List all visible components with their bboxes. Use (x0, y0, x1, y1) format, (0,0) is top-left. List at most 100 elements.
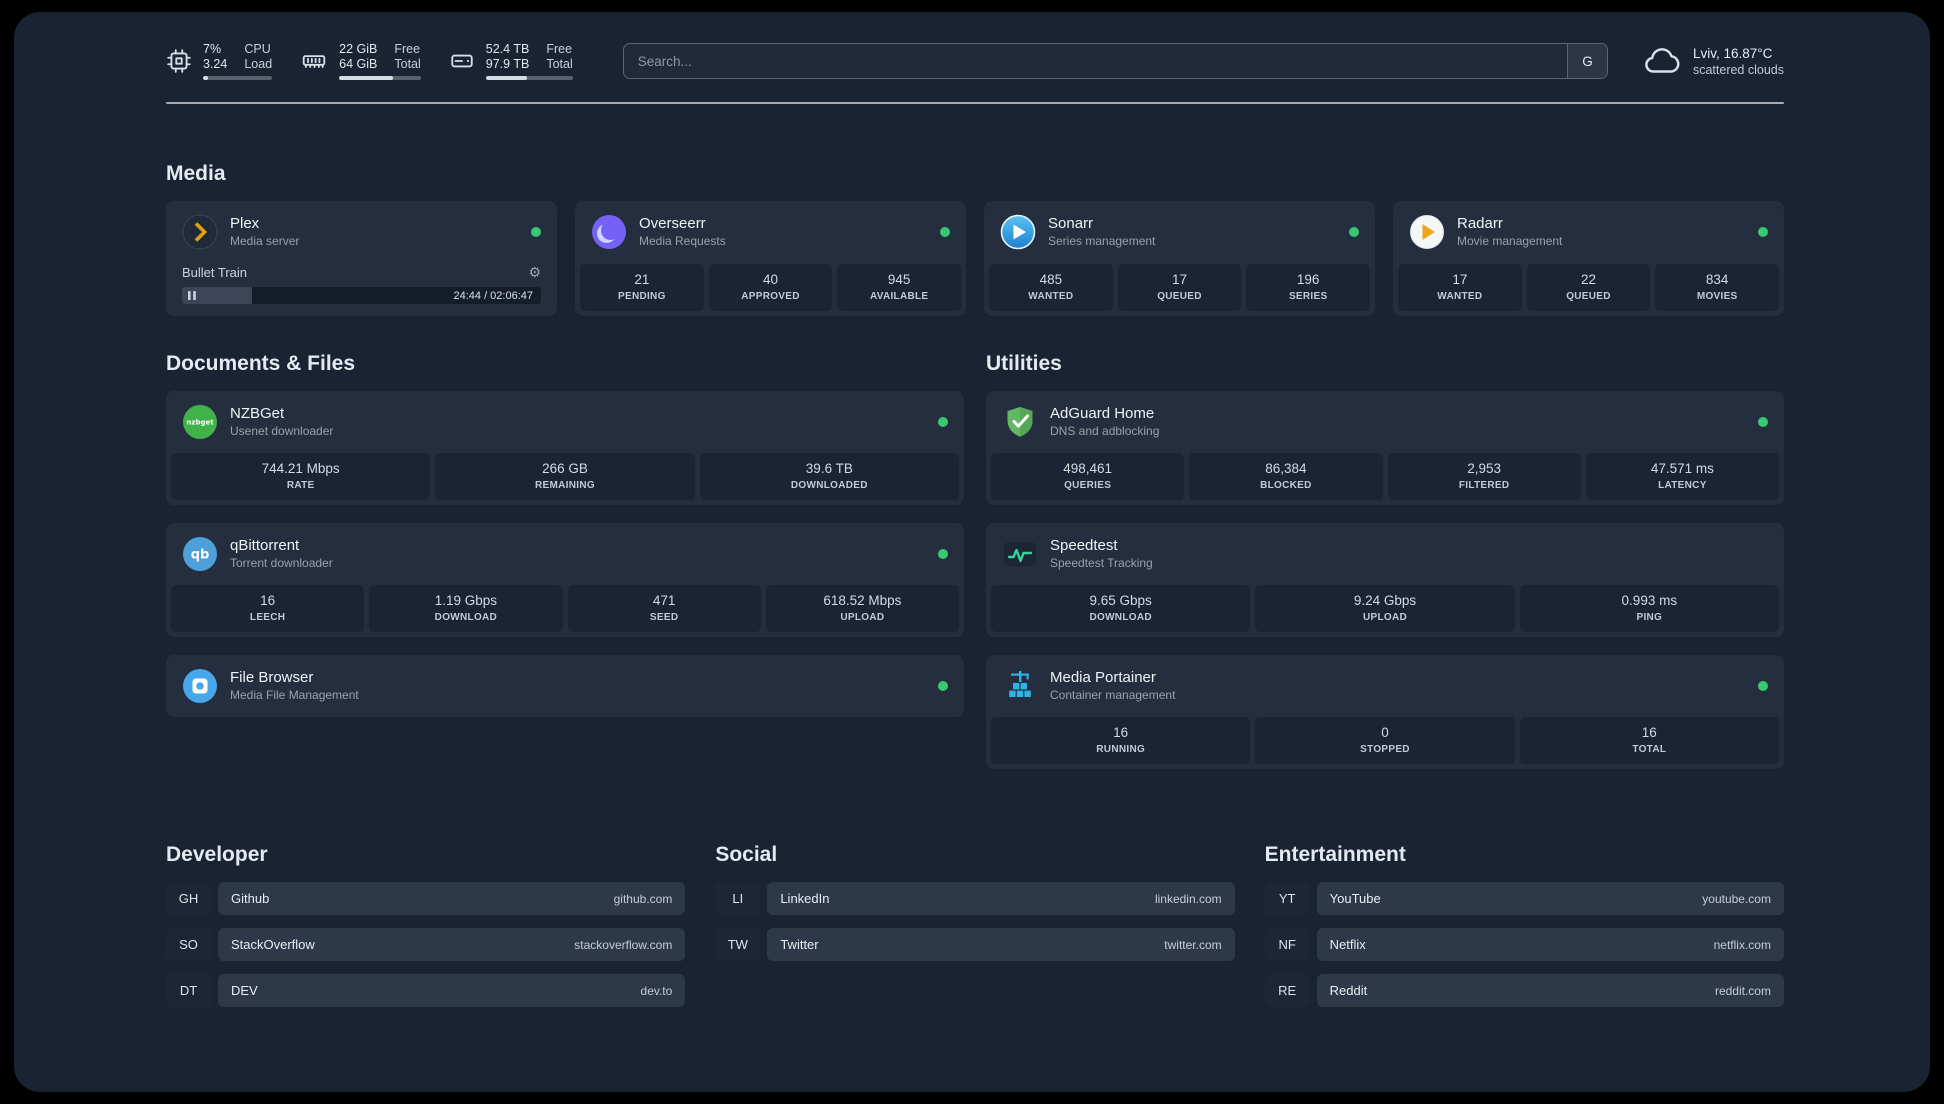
bookmark-link-youtube[interactable]: YouTube youtube.com (1316, 882, 1784, 915)
stat-box: 945 AVAILABLE (837, 264, 962, 311)
disk-free: 52.4 TB (485, 42, 530, 56)
section-media: Media Plex Media server Bullet Train ⚙ 2… (166, 162, 1784, 316)
service-name: Radarr (1457, 215, 1503, 232)
stat-box: 0 STOPPED (1255, 717, 1515, 764)
stat-value: 47.571 ms (1650, 461, 1714, 476)
stat-box: 196 SERIES (1246, 264, 1371, 311)
status-dot-online (1758, 417, 1768, 427)
bookmark-link-twitter[interactable]: Twitter twitter.com (767, 928, 1235, 961)
service-card-overseerr[interactable]: Overseerr Media Requests 21 PENDING 40 A… (575, 201, 966, 316)
stat-box: 21 PENDING (580, 264, 704, 311)
bookmark-link-linkedin[interactable]: LinkedIn linkedin.com (767, 882, 1235, 915)
stat-label: QUEUED (1157, 291, 1202, 302)
cpu-readout: 7% 3.24 CPU Load (203, 42, 273, 80)
stat-value: 16 (1641, 725, 1657, 740)
playback-progress-bar: 24:44 / 02:06:47 (182, 287, 541, 304)
disk-label-bottom: Total (546, 57, 573, 71)
page-background: 7% 3.24 CPU Load 22 GiB 64 GiB Free Tota… (0, 0, 1944, 1104)
search-engine-button[interactable]: G (1566, 44, 1607, 78)
bookmark-abbr: DT (166, 974, 211, 1007)
status-dot-online (1758, 227, 1768, 237)
bookmark-abbr: NF (1264, 928, 1310, 961)
stat-label: LATENCY (1658, 480, 1707, 491)
section-documents: Documents & Files nzbget NZBGet Usenet d… (166, 352, 964, 717)
stat-box: 618.52 Mbps UPLOAD (765, 585, 959, 632)
service-card-qbittorrent[interactable]: qb qBittorrent Torrent downloader 16 LEE… (166, 523, 964, 637)
bookmark-row-youtube: YT YouTube youtube.com (1264, 882, 1784, 915)
stat-value: 22 (1580, 272, 1597, 287)
bookmark-domain: stackoverflow.com (574, 937, 673, 952)
stat-label: DOWNLOAD (434, 612, 498, 623)
service-title-block: Sonarr Series management (1048, 215, 1155, 249)
playback-time: 24:44 / 02:06:47 (453, 289, 533, 302)
cpu-widget: 7% 3.24 CPU Load (166, 42, 273, 80)
search-input[interactable] (623, 44, 1567, 78)
stat-label: MOVIES (1696, 291, 1738, 302)
cpu-label-top: CPU (244, 42, 271, 56)
status-dot-online (531, 227, 541, 237)
service-description: Media server (230, 234, 300, 248)
bookmark-link-reddit[interactable]: Reddit reddit.com (1316, 974, 1784, 1007)
stat-value: 21 (634, 272, 650, 287)
stat-value: 196 (1296, 272, 1320, 287)
service-description: Container management (1050, 688, 1176, 702)
bookmark-link-stackoverflow[interactable]: StackOverflow stackoverflow.com (218, 928, 686, 961)
disk-readout: 52.4 TB 97.9 TB Free Total (485, 42, 573, 80)
memory-free: 22 GiB (339, 42, 378, 56)
bookmark-name: Twitter (780, 937, 819, 952)
bookmark-link-github[interactable]: Github github.com (218, 882, 686, 915)
stat-label: REMAINING (535, 480, 595, 491)
service-card-filebrowser[interactable]: File Browser Media File Management (166, 655, 964, 717)
stat-box: 498,461 QUERIES (991, 453, 1185, 500)
cpu-chip-icon (167, 49, 191, 73)
memory-readout: 22 GiB 64 GiB Free Total (339, 42, 421, 80)
svg-text:nzbget: nzbget (186, 419, 214, 427)
dashboard: 7% 3.24 CPU Load 22 GiB 64 GiB Free Tota… (14, 12, 1930, 1092)
service-name: File Browser (230, 669, 314, 686)
bookmark-link-netflix[interactable]: Netflix netflix.com (1316, 928, 1784, 961)
stat-label: SEED (649, 612, 679, 623)
bookmark-domain: reddit.com (1714, 983, 1771, 998)
service-name: Overseerr (639, 215, 706, 232)
disk-total: 97.9 TB (485, 57, 530, 71)
stat-box: 22 QUEUED (1526, 264, 1651, 311)
service-card-adguard[interactable]: AdGuard Home DNS and adblocking 498,461 … (986, 391, 1784, 505)
bookmark-link-dev[interactable]: DEV dev.to (218, 974, 686, 1007)
stat-label: AVAILABLE (869, 291, 929, 302)
stat-box: 40 APPROVED (708, 264, 833, 311)
disk-widget: 52.4 TB 97.9 TB Free Total (449, 42, 573, 80)
stat-value: 834 (1705, 272, 1729, 287)
bookmark-domain: dev.to (640, 983, 673, 998)
bookmark-name: DEV (231, 983, 258, 998)
stat-box: 471 SEED (567, 585, 761, 632)
bookmark-name: Reddit (1329, 983, 1368, 998)
stat-label: PING (1636, 612, 1663, 623)
stat-label: SERIES (1288, 291, 1328, 302)
stat-value: 17 (1171, 272, 1188, 287)
service-name: Speedtest (1050, 537, 1118, 554)
disk-usage-bar (485, 76, 573, 80)
stat-value: 9.65 Gbps (1089, 593, 1152, 608)
stat-label: UPLOAD (1362, 612, 1407, 623)
stat-label: QUERIES (1064, 480, 1112, 491)
bookmark-group-title: Developer (166, 843, 268, 866)
portainer-crane-icon (1002, 668, 1038, 704)
stat-box: 17 WANTED (1398, 264, 1522, 311)
service-card-radarr[interactable]: Radarr Movie management 17 WANTED 22 QUE… (1393, 201, 1784, 316)
status-dot-online (940, 227, 950, 237)
service-card-nzbget[interactable]: nzbget NZBGet Usenet downloader 744.21 M… (166, 391, 964, 505)
stat-box: 17 QUEUED (1117, 264, 1242, 311)
stat-value: 40 (762, 272, 779, 287)
service-title-block: NZBGet Usenet downloader (230, 405, 333, 439)
stat-label: DOWNLOADED (790, 480, 868, 491)
service-title-block: File Browser Media File Management (230, 669, 359, 703)
service-card-speedtest[interactable]: Speedtest Speedtest Tracking 9.65 Gbps D… (986, 523, 1784, 637)
stat-box: 2,953 FILTERED (1387, 453, 1581, 500)
service-card-sonarr[interactable]: Sonarr Series management 485 WANTED 17 Q… (984, 201, 1375, 316)
memory-label-bottom: Total (394, 57, 421, 71)
service-card-portainer[interactable]: Media Portainer Container management 16 … (986, 655, 1784, 769)
service-name: NZBGet (230, 405, 285, 422)
status-dot-online (1758, 681, 1768, 691)
service-card-plex[interactable]: Plex Media server Bullet Train ⚙ 24:44 /… (166, 201, 557, 316)
stat-box: 485 WANTED (989, 264, 1113, 311)
